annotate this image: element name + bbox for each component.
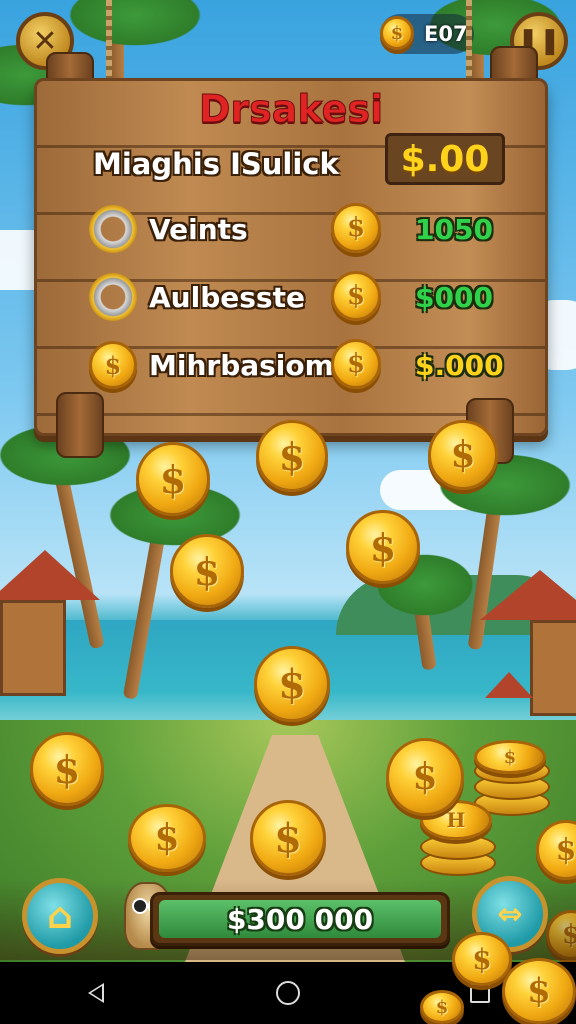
board-title: Drsakesi xyxy=(198,87,384,132)
home-button[interactable]: ⌂ xyxy=(22,878,98,954)
nav-back-button[interactable] xyxy=(66,973,126,1013)
gold-coin[interactable]: $ xyxy=(254,646,330,722)
gold-coin: $ xyxy=(502,958,576,1024)
gold-coin[interactable]: $ xyxy=(170,534,244,608)
home-circle-icon xyxy=(276,981,300,1005)
gold-coin[interactable]: $ xyxy=(428,420,498,490)
gold-coin[interactable]: $ xyxy=(346,510,420,584)
gold-coin: $ xyxy=(474,740,546,774)
gold-coin[interactable]: $ xyxy=(256,420,328,492)
gold-coin: $ xyxy=(452,932,512,986)
hut xyxy=(530,620,576,716)
recents-icon xyxy=(470,983,490,1003)
home-icon: ⌂ xyxy=(47,895,73,937)
balance-display: $.00 xyxy=(385,133,505,185)
hut-roof xyxy=(485,672,533,698)
hut-roof xyxy=(0,550,100,600)
ring-icon xyxy=(89,273,137,321)
coin-icon: $ xyxy=(331,203,381,253)
hut xyxy=(0,600,66,696)
gold-coin: $ xyxy=(420,990,464,1024)
reward-value: $.000 xyxy=(415,349,504,382)
left-right-arrow-icon: ⇔ xyxy=(497,896,523,932)
board-subtitle: Miaghis ISulick xyxy=(93,147,339,181)
back-icon xyxy=(88,983,104,1003)
reward-row: $ Mihrbasiom $ $.000 xyxy=(89,339,529,395)
hut-roof xyxy=(480,570,576,620)
reward-value: $000 xyxy=(415,281,493,314)
reward-row: Veints $ 1050 xyxy=(89,203,529,259)
gold-coin[interactable]: $ xyxy=(136,442,210,516)
coin-counter-value: E07 xyxy=(424,22,468,46)
reward-label: Veints xyxy=(149,213,248,246)
gold-coin[interactable]: $ xyxy=(30,732,104,806)
wooden-sign-board: Drsakesi Miaghis ISulick $.00 Veints $ 1… xyxy=(34,78,548,436)
coin-icon: $ xyxy=(331,339,381,389)
total-balance-bar: $300 000 xyxy=(150,892,450,946)
gold-coin[interactable]: $ xyxy=(250,800,326,876)
wooden-post xyxy=(56,392,104,458)
gold-coin[interactable]: $ xyxy=(128,804,206,872)
reward-label: Aulbesste xyxy=(149,281,305,314)
ring-icon xyxy=(89,205,137,253)
reward-row: Aulbesste $ $000 xyxy=(89,271,529,327)
coin-icon: $ xyxy=(331,271,381,321)
coin-counter: $ E07 xyxy=(380,14,474,54)
total-balance-value: $300 000 xyxy=(159,900,441,938)
coin-icon: $ xyxy=(380,16,414,50)
treasure-coin: $ xyxy=(386,738,464,816)
medal-icon: $ xyxy=(89,341,137,389)
reward-value: 1050 xyxy=(415,213,493,246)
nav-home-button[interactable] xyxy=(258,973,318,1013)
reward-label: Mihrbasiom xyxy=(149,349,334,382)
